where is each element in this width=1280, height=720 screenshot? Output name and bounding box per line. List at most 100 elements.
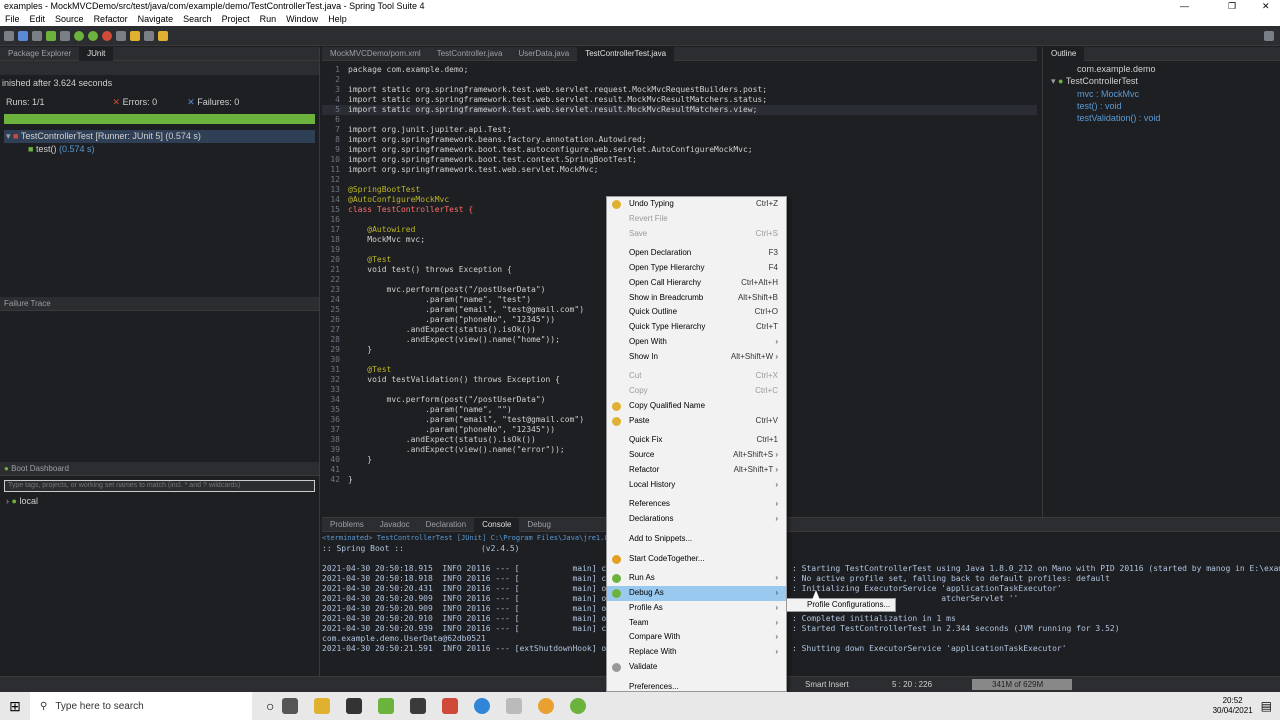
outline-class[interactable]: ▾ ● TestControllerTest (1043, 74, 1280, 87)
app-icon[interactable] (410, 698, 427, 714)
code-line[interactable]: 11 import org.springframework.test.web.se… (322, 165, 1037, 175)
code-line[interactable]: 13 @SpringBootTest (322, 185, 1037, 195)
menu-item-open-call-hierarchy[interactable]: Open Call Hierarchy Ctrl+Alt+H (607, 276, 786, 291)
app-grey-icon[interactable] (506, 698, 523, 714)
menu-item-copy[interactable]: Copy Ctrl+C (607, 384, 786, 399)
tab-pom-xml[interactable]: MockMVCDemo/pom.xml (322, 47, 429, 61)
app-red-icon[interactable] (442, 698, 459, 714)
open-type-icon[interactable] (130, 30, 140, 41)
tab-debug[interactable]: Debug (519, 518, 559, 532)
code-line[interactable]: 9 import org.springframework.boot.test.au… (322, 145, 1037, 155)
menu-item-show-in[interactable]: Show In Alt+Shift+W › (607, 350, 786, 365)
menu-item-profile-as[interactable]: Profile As › (607, 601, 786, 616)
taskbar-clock[interactable]: 20:52 30/04/2021 (1213, 696, 1253, 716)
menu-item-references[interactable]: References › (607, 497, 786, 512)
tab-package-explorer[interactable]: Package Explorer (0, 47, 79, 61)
menu-item-source[interactable]: Source Alt+Shift+S › (607, 448, 786, 463)
search-icon[interactable] (116, 30, 126, 41)
menu-item-declarations[interactable]: Declarations › (607, 512, 786, 527)
tab-javadoc[interactable]: Javadoc (372, 518, 418, 532)
menu-item-local-history[interactable]: Local History › (607, 478, 786, 493)
menu-run[interactable]: Run (255, 12, 282, 26)
menu-help[interactable]: Help (323, 12, 352, 26)
menu-edit[interactable]: Edit (25, 12, 51, 26)
save-all-icon[interactable] (32, 30, 42, 41)
menu-item-copy-qualified-name[interactable]: Copy Qualified Name (607, 399, 786, 414)
save-icon[interactable] (18, 30, 28, 41)
code-line[interactable]: 8 import org.springframework.beans.factor… (322, 135, 1037, 145)
code-line[interactable]: 7 import org.junit.jupiter.api.Test; (322, 125, 1037, 135)
menu-item-paste[interactable]: Paste Ctrl+V (607, 414, 786, 429)
menu-item-start-codetogether[interactable]: Start CodeTogether... (607, 552, 786, 567)
code-line[interactable]: 6 (322, 115, 1037, 125)
code-line[interactable]: 4 import static org.springframework.test.… (322, 95, 1037, 105)
code-line[interactable]: 5 import static org.springframework.test.… (322, 105, 1037, 115)
back-icon[interactable] (144, 30, 154, 41)
menu-item-validate[interactable]: Validate (607, 660, 786, 675)
menu-source[interactable]: Source (50, 12, 89, 26)
boot-icon[interactable] (46, 30, 56, 41)
menu-window[interactable]: Window (281, 12, 323, 26)
menu-search[interactable]: Search (178, 12, 217, 26)
menu-item-replace-with[interactable]: Replace With › (607, 645, 786, 660)
spring-tool-suite-icon[interactable] (570, 698, 587, 714)
tab-junit[interactable]: JUnit (79, 46, 114, 61)
menu-refactor[interactable]: Refactor (89, 12, 133, 26)
menu-item-cut[interactable]: Cut Ctrl+X (607, 369, 786, 384)
maximize-icon[interactable]: ❐ (1228, 0, 1236, 12)
outline-package[interactable]: com.example.demo (1043, 61, 1280, 74)
task-view-icon[interactable] (282, 698, 299, 714)
outline-method-test[interactable]: test() : void (1043, 99, 1280, 111)
menu-item-quick-outline[interactable]: Quick Outline Ctrl+O (607, 305, 786, 320)
code-line[interactable]: 2 (322, 75, 1037, 85)
minimize-icon[interactable]: — (1180, 0, 1189, 12)
perspective-icon[interactable] (1264, 30, 1274, 41)
menu-item-open-declaration[interactable]: Open Declaration F3 (607, 246, 786, 261)
tab-outline[interactable]: Outline (1043, 46, 1085, 61)
tab-declaration[interactable]: Declaration (418, 518, 474, 532)
tab-userdata[interactable]: UserData.java (511, 47, 578, 61)
run-icon[interactable] (88, 30, 98, 41)
menu-item-team[interactable]: Team › (607, 616, 786, 631)
menu-item-open-with[interactable]: Open With › (607, 335, 786, 350)
test-tree-item[interactable]: ■ test() (0.574 s) (0, 143, 319, 154)
submenu-profile-configurations[interactable]: Profile Configurations... (807, 600, 890, 609)
code-line[interactable]: 3 import static org.springframework.test.… (322, 85, 1037, 95)
menu-item-compare-with[interactable]: Compare With › (607, 630, 786, 645)
menu-item-add-to-snippets[interactable]: Add to Snippets... (607, 532, 786, 547)
store-icon[interactable] (346, 698, 363, 714)
notification-icon[interactable]: ▤ (1261, 699, 1272, 713)
heap-status[interactable]: 341M of 629M (972, 679, 1072, 690)
debug-icon[interactable] (74, 30, 84, 41)
code-line[interactable]: 10 import org.springframework.boot.test.c… (322, 155, 1037, 165)
new-icon[interactable] (4, 30, 14, 41)
forward-icon[interactable] (158, 30, 168, 41)
code-line[interactable]: 12 (322, 175, 1037, 185)
boot-local-item[interactable]: › ● local (0, 496, 319, 506)
menu-item-quick-fix[interactable]: Quick Fix Ctrl+1 (607, 433, 786, 448)
taskbar-search[interactable]: ⚲ Type here to search (30, 692, 252, 720)
print-icon[interactable] (60, 30, 70, 41)
boot-filter-input[interactable]: Type tags, projects, or working set name… (4, 480, 315, 492)
close-icon[interactable]: ✕ (1262, 0, 1270, 12)
test-tree-root[interactable]: ▾ ■ TestControllerTest [Runner: JUnit 5]… (4, 130, 315, 143)
menu-item-revert-file[interactable]: Revert File (607, 212, 786, 227)
menu-project[interactable]: Project (217, 12, 255, 26)
code-line[interactable]: 1 package com.example.demo; (322, 65, 1037, 75)
chrome-icon[interactable] (538, 698, 555, 714)
boot-dashboard-title[interactable]: Boot Dashboard (11, 464, 69, 473)
tab-problems[interactable]: Problems (322, 518, 372, 532)
menu-item-save[interactable]: Save Ctrl+S (607, 227, 786, 242)
stop-icon[interactable] (102, 30, 112, 41)
menu-item-refactor[interactable]: Refactor Alt+Shift+T › (607, 463, 786, 478)
cortana-icon[interactable]: ○ (266, 698, 274, 714)
notepad-icon[interactable] (378, 698, 395, 714)
edge-icon[interactable] (474, 698, 491, 714)
tab-testcontrollertest[interactable]: TestControllerTest.java (577, 46, 675, 61)
menu-file[interactable]: File (0, 12, 25, 26)
menu-navigate[interactable]: Navigate (133, 12, 179, 26)
menu-item-undo-typing[interactable]: Undo Typing Ctrl+Z (607, 197, 786, 212)
windows-start-icon[interactable]: ⊞ (0, 698, 30, 715)
menu-item-run-as[interactable]: Run As › (607, 571, 786, 586)
file-explorer-icon[interactable] (314, 698, 331, 714)
